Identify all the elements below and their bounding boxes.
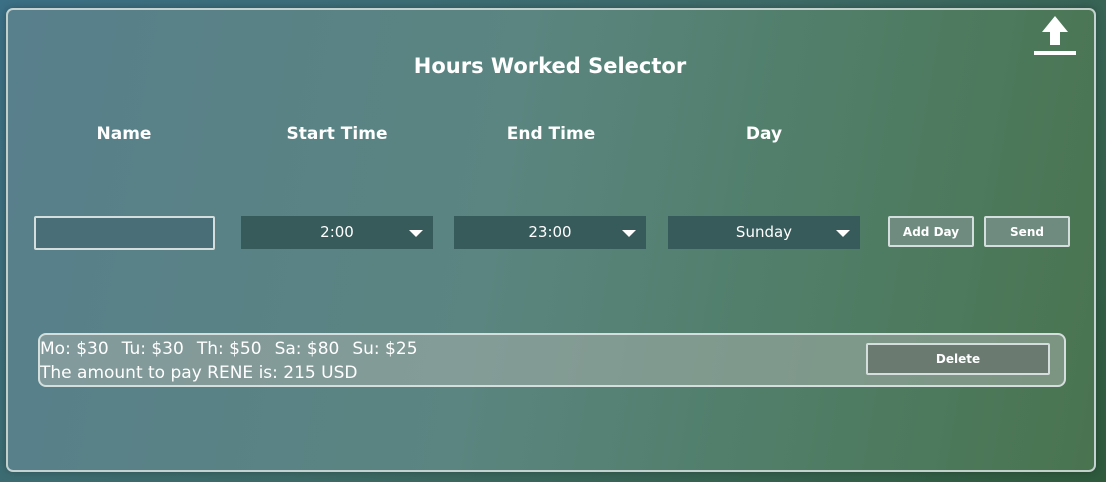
day-amount-sa: Sa: $80 bbox=[274, 339, 340, 359]
add-day-button[interactable]: Add Day bbox=[888, 216, 974, 247]
chevron-down-icon bbox=[836, 230, 850, 237]
column-header-end-time: End Time bbox=[506, 124, 596, 144]
end-time-value: 23:00 bbox=[528, 223, 572, 241]
payment-summary: The amount to pay RENE is: 215 USD bbox=[40, 363, 358, 383]
upload-button[interactable] bbox=[1030, 8, 1080, 56]
page-title: Hours Worked Selector bbox=[413, 54, 687, 78]
column-header-start-time: Start Time bbox=[286, 124, 388, 144]
send-button[interactable]: Send bbox=[984, 216, 1070, 247]
upload-arrow-icon bbox=[1034, 16, 1076, 55]
start-time-select[interactable]: 2:00 bbox=[241, 216, 433, 249]
day-amount-su: Su: $25 bbox=[352, 339, 418, 359]
end-time-select[interactable]: 23:00 bbox=[454, 216, 646, 249]
day-select[interactable]: Sunday bbox=[668, 216, 860, 249]
day-amount-tu: Tu: $30 bbox=[121, 339, 184, 359]
day-amount-th: Th: $50 bbox=[196, 339, 262, 359]
column-header-day: Day bbox=[745, 124, 783, 144]
delete-button[interactable]: Delete bbox=[866, 343, 1050, 375]
day-amount-mo: Mo: $30 bbox=[40, 339, 109, 359]
day-value: Sunday bbox=[735, 223, 793, 241]
day-amounts: Mo: $30 Tu: $30 Th: $50 Sa: $80 Su: $25 bbox=[40, 339, 431, 359]
chevron-down-icon bbox=[409, 230, 423, 237]
chevron-down-icon bbox=[622, 230, 636, 237]
start-time-value: 2:00 bbox=[320, 223, 354, 241]
column-header-name: Name bbox=[96, 124, 152, 144]
result-card: Mo: $30 Tu: $30 Th: $50 Sa: $80 Su: $25 The … bbox=[38, 333, 1066, 387]
name-input[interactable] bbox=[34, 216, 215, 250]
